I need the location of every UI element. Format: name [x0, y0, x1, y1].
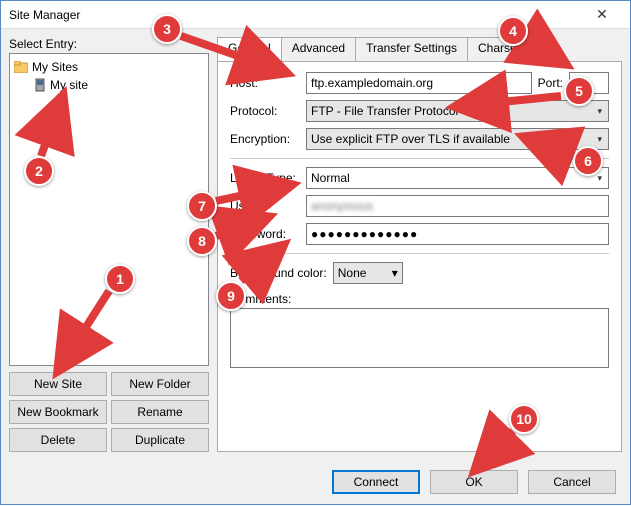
annotation-badge-6: 6 — [573, 146, 603, 176]
annotation-badge-10: 10 — [509, 404, 539, 434]
annotation-badge-4: 4 — [498, 16, 528, 46]
annotation-arrows — [1, 1, 631, 506]
site-manager-window: Site Manager ✕ Select Entry: My Sites My… — [0, 0, 631, 505]
annotation-badge-1: 1 — [105, 264, 135, 294]
annotation-badge-9: 9 — [216, 281, 246, 311]
annotation-badge-5: 5 — [564, 76, 594, 106]
annotation-badge-8: 8 — [187, 226, 217, 256]
annotation-badge-2: 2 — [24, 156, 54, 186]
annotation-badge-3: 3 — [152, 14, 182, 44]
annotation-badge-7: 7 — [187, 191, 217, 221]
